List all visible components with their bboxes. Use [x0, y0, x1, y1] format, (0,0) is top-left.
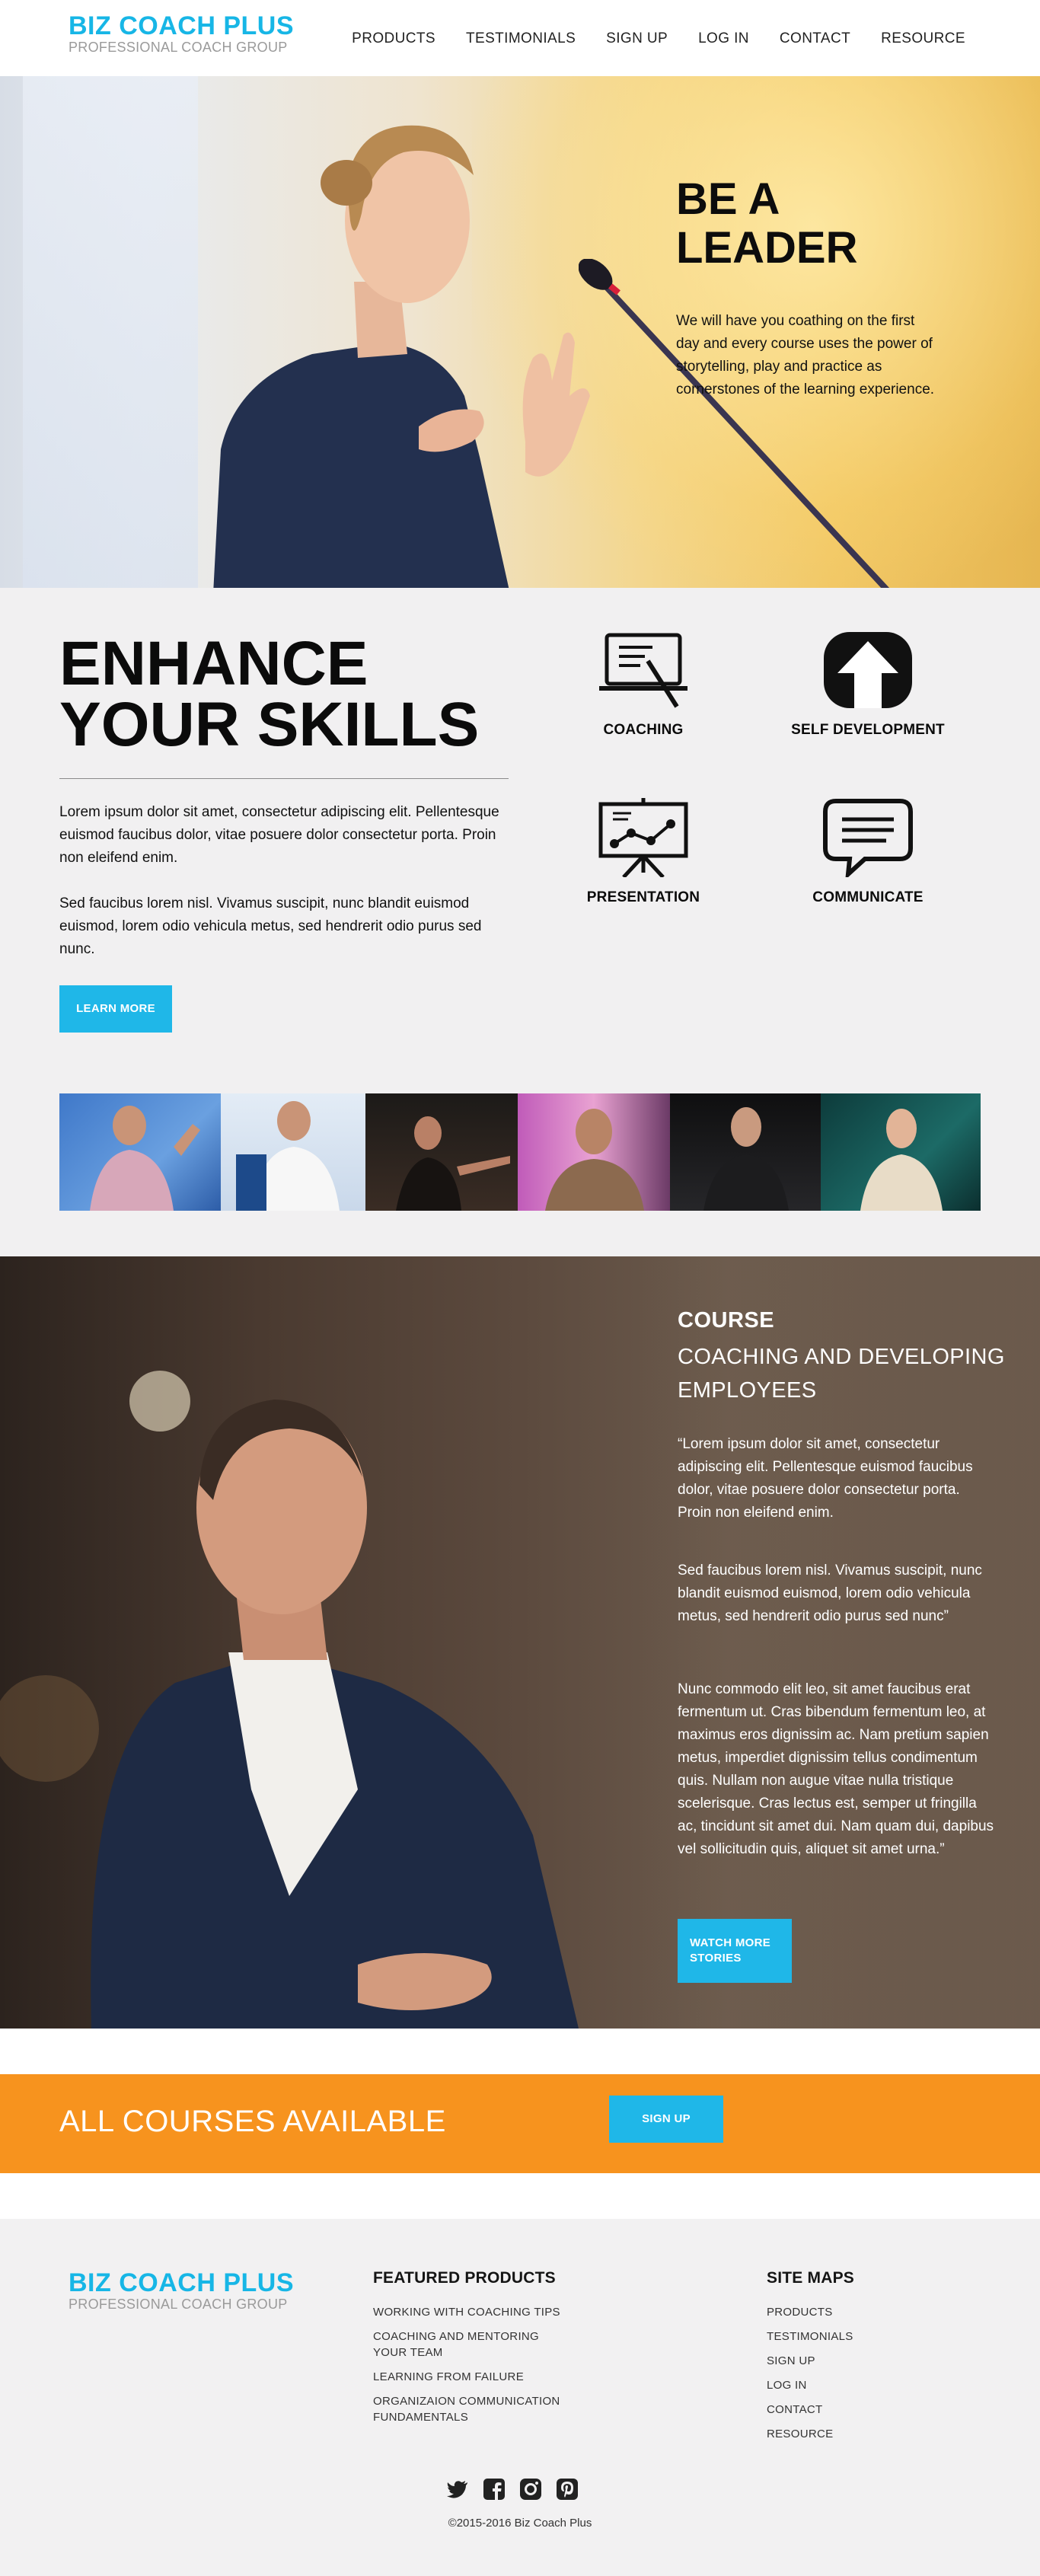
- speaker-thumbnail-3[interactable]: [365, 1093, 518, 1211]
- speaker-thumbnail-4[interactable]: [518, 1093, 670, 1211]
- footer-logo[interactable]: BIZ COACH PLUS PROFESSIONAL COACH GROUP: [69, 2269, 294, 2312]
- speaker-thumbnail-5[interactable]: [670, 1093, 821, 1211]
- feature-label-communicate: COMMUNICATE: [812, 889, 924, 905]
- feature-label-presentation: PRESENTATION: [586, 889, 700, 905]
- featured-product-link[interactable]: LEARNING FROM FAILURE: [373, 2369, 571, 2385]
- course-paragraph-1: “Lorem ipsum dolor sit amet, consectetur…: [678, 1436, 973, 1521]
- whiteboard-pen-icon: [599, 633, 687, 708]
- main-nav: PRODUCTS TESTIMONIALS SIGN UP LOG IN CON…: [352, 30, 965, 47]
- sitemap-link-resource[interactable]: RESOURCE: [767, 2426, 919, 2442]
- sitemap-link-log-in[interactable]: LOG IN: [767, 2377, 919, 2393]
- skills-paragraph-2: Sed faucibus lorem nisl. Vivamus suscipi…: [59, 895, 482, 957]
- site-header: BIZ COACH PLUS PROFESSIONAL COACH GROUP …: [0, 0, 1040, 76]
- speaker-thumbnails: [59, 1093, 981, 1211]
- feature-label-self-development: SELF DEVELOPMENT: [791, 722, 945, 738]
- watch-more-stories-button[interactable]: WATCH MORE STORIES: [678, 1919, 792, 1983]
- learn-more-button[interactable]: LEARN MORE: [59, 985, 172, 1033]
- sitemap-link-testimonials[interactable]: TESTIMONIALS: [767, 2329, 919, 2345]
- hero-title-line1: BE A: [676, 174, 780, 224]
- arrow-up-icon: [824, 632, 912, 708]
- logo-title: BIZ COACH PLUS: [69, 11, 294, 40]
- nav-contact[interactable]: CONTACT: [780, 30, 850, 47]
- footer-logo-title: BIZ COACH PLUS: [69, 2268, 294, 2297]
- skills-paragraph-1: Lorem ipsum dolor sit amet, consectetur …: [59, 804, 499, 866]
- twitter-icon[interactable]: [446, 2478, 469, 2501]
- featured-products-list: WORKING WITH COACHING TIPS COACHING AND …: [373, 2304, 571, 2434]
- hero-text: We will have you coathing on the first d…: [676, 313, 935, 397]
- course-paragraph-2: Sed faucibus lorem nisl. Vivamus suscipi…: [678, 1563, 982, 1624]
- feature-presentation[interactable]: PRESENTATION: [552, 798, 735, 906]
- social-links: [446, 2478, 579, 2501]
- copyright: ©2015-2016 Biz Coach Plus: [448, 2517, 592, 2530]
- page: BIZ COACH PLUS PROFESSIONAL COACH GROUP …: [0, 0, 1040, 2576]
- sitemap-link-products[interactable]: PRODUCTS: [767, 2304, 919, 2320]
- microphone-icon: [579, 259, 890, 588]
- course-subheading: COACHING AND DEVELOPING EMPLOYEES: [678, 1345, 1005, 1403]
- coach-man-photo: [0, 1371, 579, 2029]
- hero-section: BE A LEADER We will have you coathing on…: [0, 76, 1040, 588]
- feature-self-development[interactable]: SELF DEVELOPMENT: [777, 630, 959, 739]
- presentation-chart-icon: [598, 798, 688, 877]
- skills-title-line1: ENHANCE: [59, 629, 368, 698]
- skills-title: ENHANCE YOUR SKILLS: [59, 629, 480, 759]
- sitemap-link-sign-up[interactable]: SIGN UP: [767, 2353, 919, 2369]
- speaker-thumbnail-1[interactable]: [59, 1093, 221, 1211]
- site-maps-title: SITE MAPS: [767, 2269, 854, 2287]
- feature-label-coaching: COACHING: [603, 722, 684, 738]
- featured-product-link[interactable]: COACHING AND MENTORING YOUR TEAM: [373, 2329, 571, 2361]
- nav-sign-up[interactable]: SIGN UP: [606, 30, 668, 47]
- speaker-thumbnail-2[interactable]: [221, 1093, 365, 1211]
- speech-bubble-icon: [823, 799, 913, 877]
- sitemap-link-contact[interactable]: CONTACT: [767, 2402, 919, 2418]
- site-footer: BIZ COACH PLUS PROFESSIONAL COACH GROUP …: [0, 2219, 1040, 2576]
- cta-banner: ALL COURSES AVAILABLE SIGN UP: [0, 2074, 1040, 2173]
- logo[interactable]: BIZ COACH PLUS PROFESSIONAL COACH GROUP: [69, 12, 294, 55]
- course-paragraph-3: Nunc commodo elit leo, sit amet faucibus…: [678, 1681, 994, 1857]
- hero-background-banner: [23, 76, 198, 588]
- feature-coaching[interactable]: COACHING: [552, 630, 735, 739]
- hero-title-line2: LEADER: [676, 223, 858, 273]
- footer-logo-tagline: PROFESSIONAL COACH GROUP: [69, 2297, 288, 2312]
- nav-products[interactable]: PRODUCTS: [352, 30, 435, 47]
- skills-section: ENHANCE YOUR SKILLS Lorem ipsum dolor si…: [0, 588, 1040, 1256]
- featured-product-link[interactable]: WORKING WITH COACHING TIPS: [373, 2304, 571, 2320]
- logo-tagline: PROFESSIONAL COACH GROUP: [69, 40, 288, 55]
- hero-title: BE A LEADER: [676, 175, 904, 273]
- featured-product-link[interactable]: ORGANIZAION COMMUNICATION FUNDAMENTALS: [373, 2393, 571, 2425]
- featured-products-title: FEATURED PRODUCTS: [373, 2269, 556, 2287]
- facebook-icon[interactable]: [483, 2478, 506, 2501]
- nav-testimonials[interactable]: TESTIMONIALS: [466, 30, 576, 47]
- course-heading: COURSE: [678, 1308, 775, 1333]
- speaker-thumbnail-6[interactable]: [821, 1093, 981, 1211]
- course-section: COURSE COACHING AND DEVELOPING EMPLOYEES…: [0, 1256, 1040, 2029]
- nav-log-in[interactable]: LOG IN: [698, 30, 749, 47]
- cta-sign-up-button[interactable]: SIGN UP: [609, 2096, 723, 2143]
- divider: [59, 778, 509, 779]
- feature-communicate[interactable]: COMMUNICATE: [777, 798, 959, 906]
- cta-text: ALL COURSES AVAILABLE: [59, 2105, 446, 2138]
- skills-title-line2: YOUR SKILLS: [59, 690, 480, 759]
- speaker-woman-photo: [213, 125, 590, 588]
- pinterest-icon[interactable]: [556, 2478, 579, 2501]
- instagram-icon[interactable]: [519, 2478, 542, 2501]
- nav-resource[interactable]: RESOURCE: [881, 30, 965, 47]
- site-maps-list: PRODUCTS TESTIMONIALS SIGN UP LOG IN CON…: [767, 2304, 919, 2450]
